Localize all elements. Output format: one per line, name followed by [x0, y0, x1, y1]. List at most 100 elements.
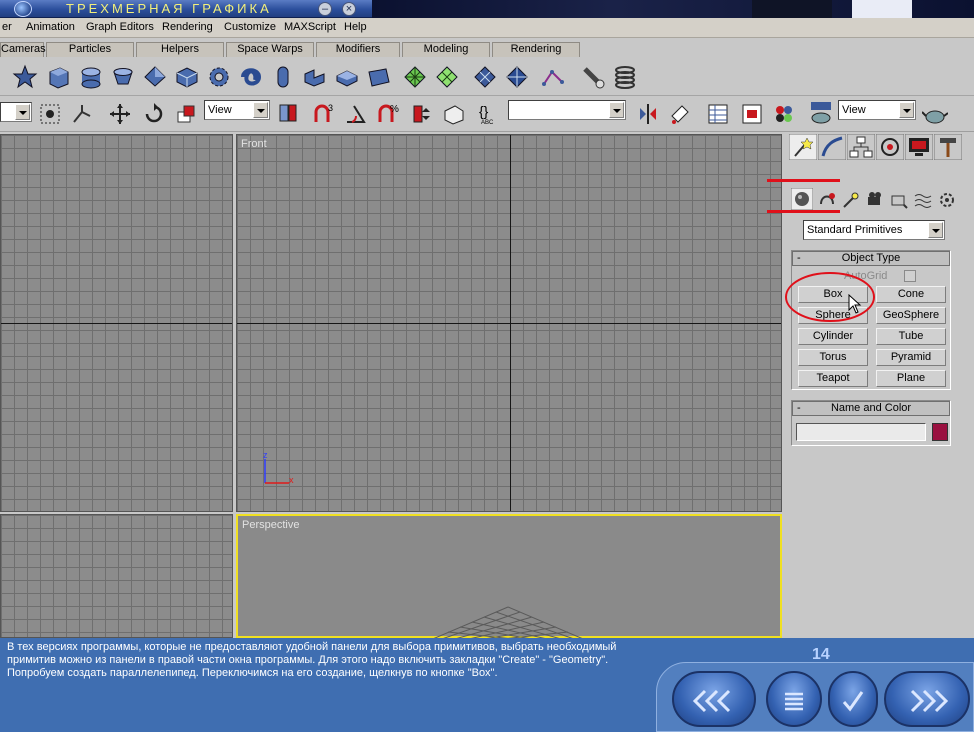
object-type-header[interactable]: - Object Type — [792, 251, 950, 266]
grid-patch-green-icon[interactable] — [402, 64, 428, 90]
chamfer-box-icon[interactable] — [366, 64, 392, 90]
tab-cameras[interactable]: Cameras — [0, 42, 46, 57]
plane-button[interactable]: Plane — [876, 370, 946, 387]
box-primitive-icon[interactable] — [46, 64, 72, 90]
spring-icon[interactable] — [612, 64, 638, 90]
main-toolbar: View 3 % {} ABC View — [0, 96, 974, 132]
check-button[interactable] — [828, 671, 878, 727]
next-page-button[interactable] — [884, 671, 970, 727]
motion-tab-icon[interactable] — [876, 134, 904, 160]
move-tool-icon[interactable] — [108, 102, 132, 126]
box-highlight-ellipse — [785, 272, 875, 322]
gear-primitive-icon[interactable] — [206, 64, 232, 90]
viewport-perspective[interactable]: Perspective — [236, 514, 782, 641]
hedra-primitive-icon[interactable] — [174, 64, 200, 90]
modify-tab-icon[interactable] — [818, 134, 846, 160]
create-tab-icon[interactable] — [789, 134, 817, 160]
l-ext-primitive-icon[interactable] — [302, 64, 328, 90]
utilities-tab-icon[interactable] — [934, 134, 962, 160]
angle-snap-icon[interactable] — [344, 102, 368, 126]
cone-primitive-icon[interactable] — [110, 64, 136, 90]
tab-particles[interactable]: Particles — [46, 42, 134, 57]
nurbs-cv-surface-icon[interactable] — [504, 64, 530, 90]
hierarchy-tab-icon[interactable] — [847, 134, 875, 160]
contents-button[interactable] — [766, 671, 822, 727]
menu-item-help[interactable]: Help — [344, 21, 367, 33]
collapse-icon: - — [797, 252, 801, 264]
pyramid-primitive-icon[interactable] — [142, 64, 168, 90]
name-and-color-header[interactable]: - Name and Color — [792, 401, 950, 416]
align-icon[interactable] — [668, 102, 692, 126]
tube-button[interactable]: Tube — [876, 328, 946, 345]
tab-rendering[interactable]: Rendering — [492, 42, 580, 57]
render-scene-icon[interactable] — [808, 100, 834, 126]
grid-patch-green-icon-2[interactable] — [434, 64, 460, 90]
object-name-input[interactable] — [796, 423, 926, 441]
close-button[interactable]: × — [342, 2, 356, 16]
capsule-primitive-icon[interactable] — [270, 64, 296, 90]
scale-tool-icon[interactable] — [174, 102, 198, 126]
minimize-button[interactable]: – — [318, 2, 332, 16]
percent-snap-icon[interactable]: % — [376, 102, 400, 126]
viewport-top[interactable] — [0, 134, 233, 512]
tab-helpers[interactable]: Helpers — [136, 42, 224, 57]
close-icon: × — [345, 3, 353, 15]
torus-button[interactable]: Torus — [798, 349, 868, 366]
viewport-left[interactable] — [0, 514, 233, 638]
selection-filter-dropdown[interactable] — [0, 102, 32, 122]
systems-category-icon[interactable] — [937, 190, 957, 210]
named-selection-icon[interactable] — [442, 102, 466, 126]
nurbs-curve-icon[interactable] — [540, 64, 566, 90]
display-tab-icon[interactable] — [905, 134, 933, 160]
reference-coordinate-dropdown[interactable]: View — [204, 100, 270, 120]
previous-page-button[interactable] — [672, 671, 756, 727]
viewport-front[interactable]: Front z x — [236, 134, 782, 512]
rotate-tool-icon[interactable] — [142, 102, 166, 126]
render-type-dropdown[interactable]: View — [838, 100, 916, 120]
teapot-button[interactable]: Teapot — [798, 370, 868, 387]
primitive-category-dropdown[interactable]: Standard Primitives — [803, 220, 945, 240]
spinner-snap-icon[interactable] — [410, 102, 434, 126]
geosphere-button[interactable]: GeoSphere — [876, 307, 946, 324]
menu-item-maxscript[interactable]: MAXScript — [284, 21, 336, 33]
bone-tool-icon[interactable] — [580, 64, 606, 90]
menu-item-animation[interactable]: Animation — [26, 21, 75, 33]
space-warps-category-icon[interactable] — [913, 190, 933, 210]
quick-render-teapot-icon[interactable] — [922, 102, 948, 126]
pivot-center-icon[interactable] — [276, 102, 300, 126]
object-color-swatch[interactable] — [932, 423, 948, 441]
autogrid-checkbox[interactable] — [904, 270, 916, 282]
geometry-category-icon[interactable] — [791, 188, 813, 210]
cone-button[interactable]: Cone — [876, 286, 946, 303]
named-selection-sets-dropdown[interactable] — [508, 100, 626, 120]
tab-space-warps[interactable]: Space Warps — [226, 42, 314, 57]
track-view-icon[interactable] — [706, 102, 730, 126]
menu-item-customize[interactable]: Customize — [224, 21, 276, 33]
snap-3d-icon[interactable]: 3 — [312, 102, 336, 126]
cylinder-button[interactable]: Cylinder — [798, 328, 868, 345]
menu-item-rendering[interactable]: Rendering — [162, 21, 213, 33]
pyramid-button[interactable]: Pyramid — [876, 349, 946, 366]
torus-knot-icon[interactable] — [238, 64, 264, 90]
lesson-panel: В тех версиях программы, которые не пред… — [0, 638, 974, 732]
lights-category-icon[interactable] — [841, 190, 861, 210]
tab-modeling[interactable]: Modeling — [402, 42, 490, 57]
schematic-view-icon[interactable] — [740, 102, 764, 126]
star-shape-icon[interactable] — [12, 64, 38, 90]
nurbs-surface-icon[interactable] — [472, 64, 498, 90]
tab-modifiers[interactable]: Modifiers — [316, 42, 400, 57]
select-link-icon[interactable] — [70, 102, 94, 126]
background-shape — [752, 0, 832, 18]
menu-item-file[interactable]: er — [2, 21, 12, 33]
c-ext-primitive-icon[interactable] — [334, 64, 360, 90]
objects-toolbar — [0, 58, 974, 96]
material-editor-icon[interactable] — [772, 102, 796, 126]
mirror-icon[interactable] — [636, 102, 660, 126]
cylinder-primitive-icon[interactable] — [78, 64, 104, 90]
select-object-icon[interactable] — [38, 102, 62, 126]
helpers-category-icon[interactable] — [889, 190, 909, 210]
menu-item-graph-editors[interactable]: Graph Editors — [86, 21, 154, 33]
cameras-category-icon[interactable] — [865, 190, 885, 210]
shapes-category-icon[interactable] — [817, 190, 837, 210]
edit-named-selection-icon[interactable]: {}ABC — [478, 102, 504, 126]
